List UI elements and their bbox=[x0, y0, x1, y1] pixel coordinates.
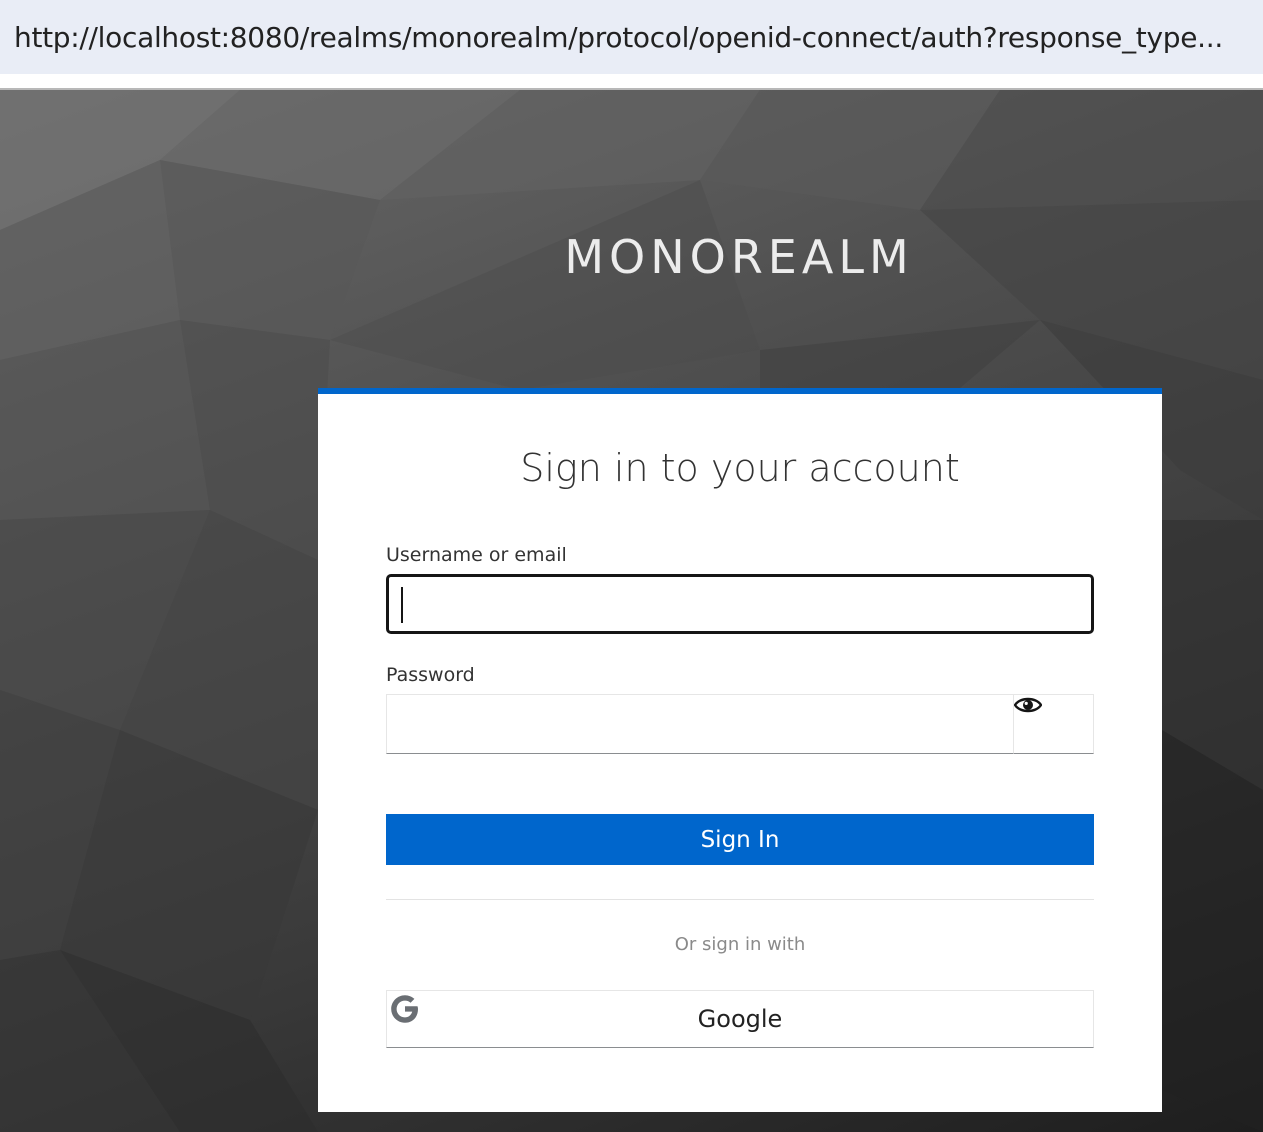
google-button-label: Google bbox=[697, 1005, 783, 1033]
section-divider bbox=[386, 899, 1094, 900]
password-label: Password bbox=[386, 664, 475, 686]
google-sign-in-button[interactable]: Google bbox=[386, 990, 1094, 1048]
login-card: Sign in to your account Username or emai… bbox=[318, 388, 1162, 1112]
text-caret bbox=[401, 587, 403, 623]
url-text[interactable]: http://localhost:8080/realms/monorealm/p… bbox=[14, 21, 1254, 54]
realm-title: MONOREALM bbox=[564, 230, 914, 284]
username-input[interactable] bbox=[386, 574, 1094, 634]
page-background: MONOREALM Sign in to your account Userna… bbox=[0, 90, 1263, 1132]
username-label: Username or email bbox=[386, 544, 567, 566]
show-password-button[interactable] bbox=[1013, 694, 1094, 754]
page-title: Sign in to your account bbox=[520, 446, 960, 490]
toolbar-gap bbox=[0, 74, 1263, 88]
sign-in-button[interactable]: Sign In bbox=[386, 814, 1094, 865]
eye-icon bbox=[1014, 697, 1042, 713]
address-bar[interactable]: http://localhost:8080/realms/monorealm/p… bbox=[0, 0, 1263, 74]
social-divider-text: Or sign in with bbox=[674, 934, 806, 955]
password-input[interactable] bbox=[386, 694, 1014, 754]
